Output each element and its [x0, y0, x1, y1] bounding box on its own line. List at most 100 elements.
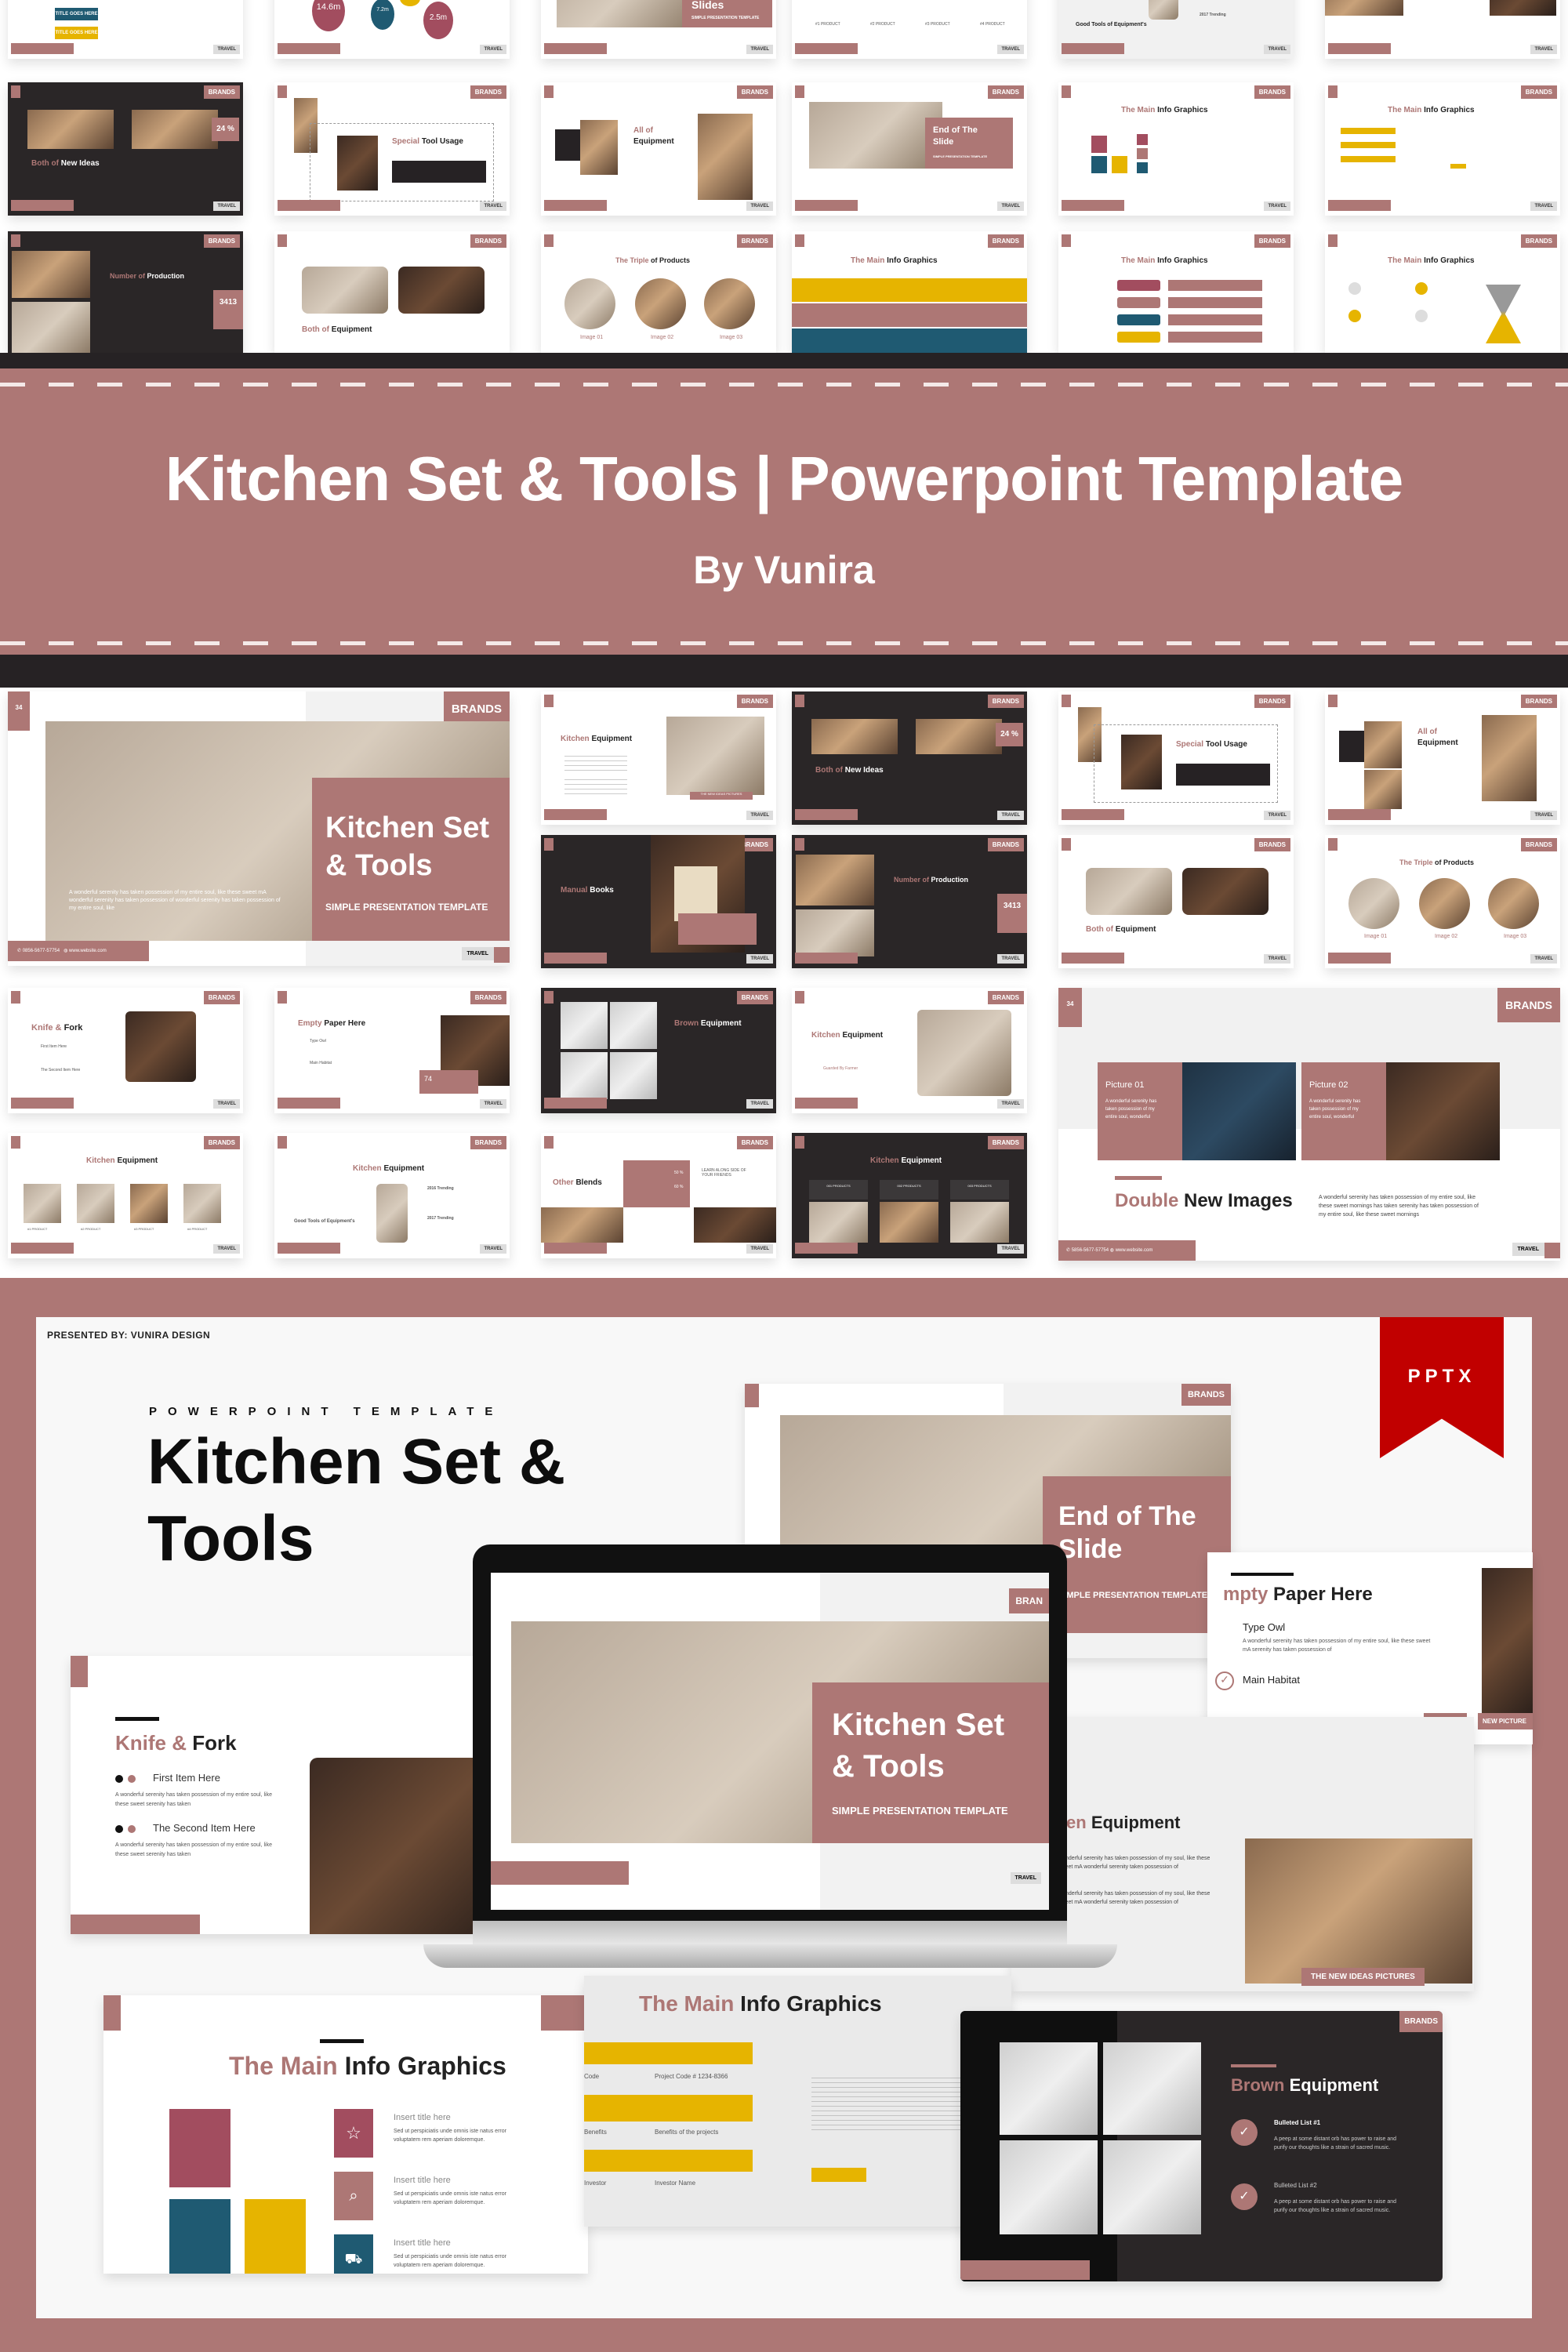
slide-thumb-good-tools[interactable]: Good Tools of Equipment's 2017 Trending … [1058, 0, 1294, 59]
photo-placeholder [1245, 1838, 1472, 1984]
decoration [494, 947, 510, 963]
photo-placeholder [1482, 715, 1537, 801]
text-label: Equipment [700, 1019, 742, 1028]
text-label: Production [931, 876, 969, 884]
slide-thumb-slides[interactable]: Slides SIMPLE PRESENTATION TEMPLATE TRAV… [541, 0, 776, 59]
text-label: #3 PRODUCT [134, 1227, 154, 1231]
page-number-tab [1328, 838, 1338, 851]
slide-thumb-all-equipment[interactable]: BRANDS All of Equipment TRAVEL [541, 82, 776, 216]
slide-both-of-equipment[interactable]: BRANDS Both of Equipment TRAVEL [1058, 835, 1294, 968]
decoration [1348, 310, 1361, 322]
slide-thumb-both-new-ideas[interactable]: BRANDS 24 % Both of New Ideas TRAVEL [8, 82, 243, 216]
slide-special-tool-usage[interactable]: BRANDS Special Tool Usage TRAVEL [1058, 691, 1294, 825]
slide-knife-fork[interactable]: BRANDS Knife & Fork First Item Here The … [8, 988, 243, 1113]
photo-placeholder [880, 1202, 938, 1243]
text-label: Brown [674, 1019, 699, 1028]
travel-tag: TRAVEL [1264, 954, 1290, 964]
slide-other-blends[interactable]: BRANDS Other Blends 50 % 60 % LEARN ALON… [541, 1133, 776, 1258]
text-label: The Triple [1399, 858, 1433, 866]
slide-brown-equipment[interactable]: BRANDS Brown Equipment TRAVEL [541, 988, 776, 1113]
text-label: SIMPLE PRESENTATION TEMPLATE [933, 154, 988, 158]
slide-manual-books[interactable]: BRANDS Manual Books TRAVEL [541, 835, 776, 968]
text-label: BRAN [1009, 1588, 1049, 1613]
mockup-info-graphics-slide[interactable]: The Main Info Graphics ☆ ⌕ ⛟ Insert titl… [103, 1995, 588, 2274]
contact-footer [1328, 809, 1391, 820]
bullet-dots [115, 1775, 123, 1783]
travel-tag: TRAVEL [746, 954, 773, 964]
divider-strip [0, 353, 1568, 370]
top-slide-grid: TITLE GOES HERE TITLE GOES HERE TRAVEL 1… [0, 0, 1568, 353]
text-label: Investor [584, 2180, 607, 2187]
photo-placeholder [1364, 770, 1402, 809]
brands-badge: BRANDS [1254, 85, 1290, 99]
hero-slide[interactable]: 34 BRANDS Kitchen Set & Tools SIMPLE PRE… [8, 691, 510, 966]
globe-icon: ◍ [1109, 1248, 1115, 1253]
slide-thumb-both-equipment[interactable]: BRANDS Both of Equipment [274, 231, 510, 353]
slide-thumb-products[interactable]: #1 PRODUCT #2 PRODUCT #3 PRODUCT #4 PROD… [792, 0, 1027, 59]
text-label: Good Tools of Equipment's [294, 1219, 355, 1224]
text-label: Equipment [1091, 1813, 1181, 1832]
slide-thumb-blends[interactable]: TRAVEL [1325, 0, 1560, 59]
contact-footer [278, 200, 340, 211]
slide-thumb-info-graphics-3[interactable]: BRANDS The Main Info Graphics [792, 231, 1027, 353]
slide-kitchen-equipment[interactable]: BRANDS Kitchen Equipment THE NEW IDEAS P… [541, 691, 776, 825]
brands-badge: BRANDS [1520, 234, 1557, 248]
decoration: The Triple of Products [1399, 858, 1474, 866]
text-label: THE NEW IDEAS PICTURES [1301, 1968, 1425, 1986]
mockup-brown-equipment-slide[interactable]: BRANDS Brown Equipment ✓ Bulleted List #… [960, 2011, 1443, 2281]
text-label: The Main [1121, 106, 1156, 114]
slide-thumb-info-graphics-1[interactable]: BRANDS The Main Info Graphics TRAVEL [1058, 82, 1294, 216]
laptop-screen: BRAN Kitchen Set & Tools SIMPLE PRESENTA… [491, 1573, 1049, 1910]
mockup-paper-slide[interactable]: mpty Paper Here Type Owl A wonderful ser… [1207, 1552, 1533, 1744]
travel-tag: TRAVEL [1530, 954, 1557, 964]
slide-thumb-info-graphics-2[interactable]: BRANDS The Main Info Graphics TRAVEL [1325, 82, 1560, 216]
decoration [1117, 280, 1160, 291]
text-label: Both of [815, 766, 843, 775]
text-label: TRAVEL [1010, 1872, 1041, 1884]
slide-thumb-info-graphics-5[interactable]: BRANDS The Main Info Graphics [1325, 231, 1560, 353]
slide-all-of-equipment[interactable]: BRANDS All of Equipment TRAVEL [1325, 691, 1560, 825]
decoration: Both of New Ideas [815, 766, 884, 775]
text-label: Both of [31, 159, 59, 168]
slide-kitchen-trending[interactable]: BRANDS Kitchen Equipment 2016 Trending 2… [274, 1133, 510, 1258]
page-number-tab [544, 991, 554, 1004]
decoration [392, 161, 486, 183]
decoration: All of Equipment [633, 125, 681, 147]
slide-double-new-images[interactable]: 34 BRANDS Picture 01 Picture 02 A wonder… [1058, 988, 1560, 1261]
decoration [584, 2042, 753, 2064]
slide-triple-products[interactable]: BRANDS The Triple of Products Image 01 I… [1325, 835, 1560, 968]
slide-thumb-titles[interactable]: TITLE GOES HERE TITLE GOES HERE TRAVEL [8, 0, 243, 59]
slide-kitchen-products-dark[interactable]: BRANDS Kitchen Equipment 001 PRODUCTS 00… [792, 1133, 1027, 1258]
slide-thumb-special-tool[interactable]: BRANDS Special Tool Usage TRAVEL [274, 82, 510, 216]
slide-number-of-production[interactable]: BRANDS Number of Production 3413 TRAVEL [792, 835, 1027, 968]
decoration [1415, 282, 1428, 295]
contact-footer [544, 200, 607, 211]
decoration: Kitchen Equipment [353, 1164, 424, 1173]
slide-title: Slides [691, 0, 724, 11]
brands-badge: BRANDS [203, 234, 240, 248]
text-label: Fork [64, 1023, 83, 1033]
decoration: Brown Equipment [674, 1019, 742, 1028]
contact-footer [795, 809, 858, 820]
text-label: A wonderful serenity has taken possessio… [1243, 1639, 1431, 1653]
decoration: ✆ 5856-5677-57754 ◍ www.website.com [1058, 1240, 1196, 1261]
text-label: First Item Here [153, 1772, 220, 1784]
text-label: Main Habitat [1243, 1674, 1300, 1686]
brands-badge: BRANDS [987, 234, 1024, 248]
mockup-knife-fork-slide[interactable]: Knife & Fork First Item Here A wonderful… [71, 1656, 494, 1934]
slide-both-new-ideas[interactable]: BRANDS 24 % Both of New Ideas TRAVEL [792, 691, 1027, 825]
slide-thumb-triple-products[interactable]: BRANDS The Triple of Products Image 01 I… [541, 231, 776, 353]
slide-thumb-end-of-slide[interactable]: BRANDS End of The Slide SIMPLE PRESENTAT… [792, 82, 1027, 216]
text-label: Equipment [1289, 2075, 1379, 2095]
slide-thumb-stats[interactable]: 14.6m 7.2m 2.5m TRAVEL [274, 0, 510, 59]
contact-footer [278, 1243, 340, 1254]
brands-badge: BRANDS [987, 1136, 1024, 1149]
slide-thumb-info-graphics-4[interactable]: BRANDS The Main Info Graphics [1058, 231, 1294, 353]
slide-kitchen-products[interactable]: BRANDS Kitchen Equipment #1 PRODUCT #2 P… [8, 1133, 243, 1258]
slide-empty-paper[interactable]: BRANDS Empty Paper Here Type Owl Main Ha… [274, 988, 510, 1113]
page-number-tab [1328, 695, 1338, 707]
slide-thumb-number-production[interactable]: BRANDS Number of Production 3413 [8, 231, 243, 353]
brands-badge: BRANDS [1520, 85, 1557, 99]
mockup-table-slide[interactable]: The Main Info Graphics Project Code # 12… [584, 1976, 1011, 2227]
slide-kitchen-equipment-2[interactable]: BRANDS Kitchen Equipment Guarded By Farm… [792, 988, 1027, 1113]
